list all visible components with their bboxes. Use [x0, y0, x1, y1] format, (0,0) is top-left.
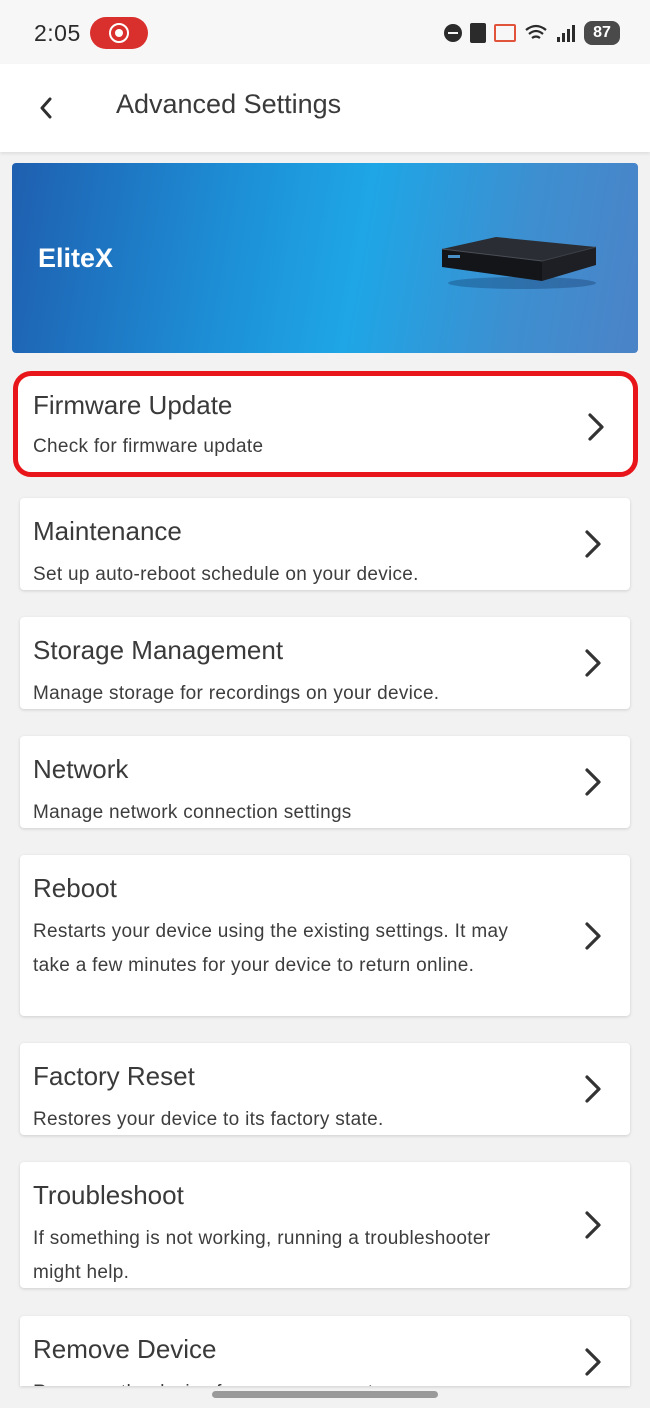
- menu-item-title: Network: [33, 754, 129, 784]
- chevron-right-icon: [585, 922, 601, 950]
- menu-item-maintenance[interactable]: Maintenance Set up auto-reboot schedule …: [20, 498, 630, 590]
- status-bar: 2:05 87: [0, 0, 650, 64]
- menu-item-description: If something is not working, running a t…: [33, 1228, 491, 1283]
- menu-item-network[interactable]: Network Manage network connection settin…: [20, 736, 630, 828]
- menu-item-title: Factory Reset: [33, 1061, 195, 1091]
- screen-record-icon[interactable]: [90, 17, 148, 49]
- chevron-left-icon: [40, 97, 52, 119]
- menu-item-description: Check for firmware update: [33, 436, 264, 457]
- menu-item-firmware-update[interactable]: Firmware Update Check for firmware updat…: [13, 371, 638, 477]
- menu-item-description: Manage storage for recordings on your de…: [33, 683, 440, 704]
- chevron-right-icon: [585, 1211, 601, 1239]
- menu-item-storage-management[interactable]: Storage Management Manage storage for re…: [20, 617, 630, 709]
- status-time: 2:05: [34, 20, 81, 46]
- chevron-right-icon: [585, 649, 601, 677]
- menu-item-description: Removes the device from your account.: [33, 1376, 533, 1386]
- device-name: EliteX: [38, 243, 114, 273]
- menu-item-factory-reset[interactable]: Factory Reset Restores your device to it…: [20, 1043, 630, 1135]
- back-button[interactable]: [26, 88, 66, 128]
- menu-item-title: Maintenance: [33, 516, 182, 546]
- chevron-right-icon: [585, 1348, 601, 1376]
- menu-item-title: Storage Management: [33, 635, 284, 665]
- status-icons: 87: [444, 20, 620, 46]
- chevron-right-icon: [585, 530, 601, 558]
- app-bar: Advanced Settings: [0, 64, 650, 152]
- device-banner: EliteX: [12, 163, 638, 353]
- menu-item-remove-device[interactable]: Remove Device Removes the device from yo…: [20, 1316, 630, 1386]
- home-indicator[interactable]: [212, 1391, 438, 1398]
- battery-icon: 87: [584, 21, 620, 45]
- sim-card-icon: [470, 23, 486, 43]
- chevron-right-icon: [588, 413, 604, 441]
- menu-item-title: Firmware Update: [33, 390, 233, 420]
- menu-item-troubleshoot[interactable]: Troubleshoot If something is not working…: [20, 1162, 630, 1288]
- device-image: [441, 237, 597, 289]
- menu-item-description: Restores your device to its factory stat…: [33, 1109, 384, 1130]
- menu-item-description: Set up auto-reboot schedule on your devi…: [33, 564, 419, 585]
- chevron-right-icon: [585, 768, 601, 796]
- menu-item-reboot[interactable]: Reboot Restarts your device using the ex…: [20, 855, 630, 1016]
- menu-item-title: Troubleshoot: [33, 1180, 184, 1210]
- menu-item-title: Remove Device: [33, 1334, 217, 1364]
- chevron-right-icon: [585, 1075, 601, 1103]
- wifi-icon: [525, 24, 547, 39]
- cast-icon: [494, 24, 516, 42]
- signal-icon: [557, 25, 575, 42]
- menu-item-description: Manage network connection settings: [33, 802, 352, 823]
- menu-item-title: Reboot: [33, 873, 117, 903]
- do-not-disturb-icon: [444, 24, 462, 42]
- page-title: Advanced Settings: [116, 89, 342, 119]
- menu-item-description: Restarts your device using the existing …: [33, 921, 509, 976]
